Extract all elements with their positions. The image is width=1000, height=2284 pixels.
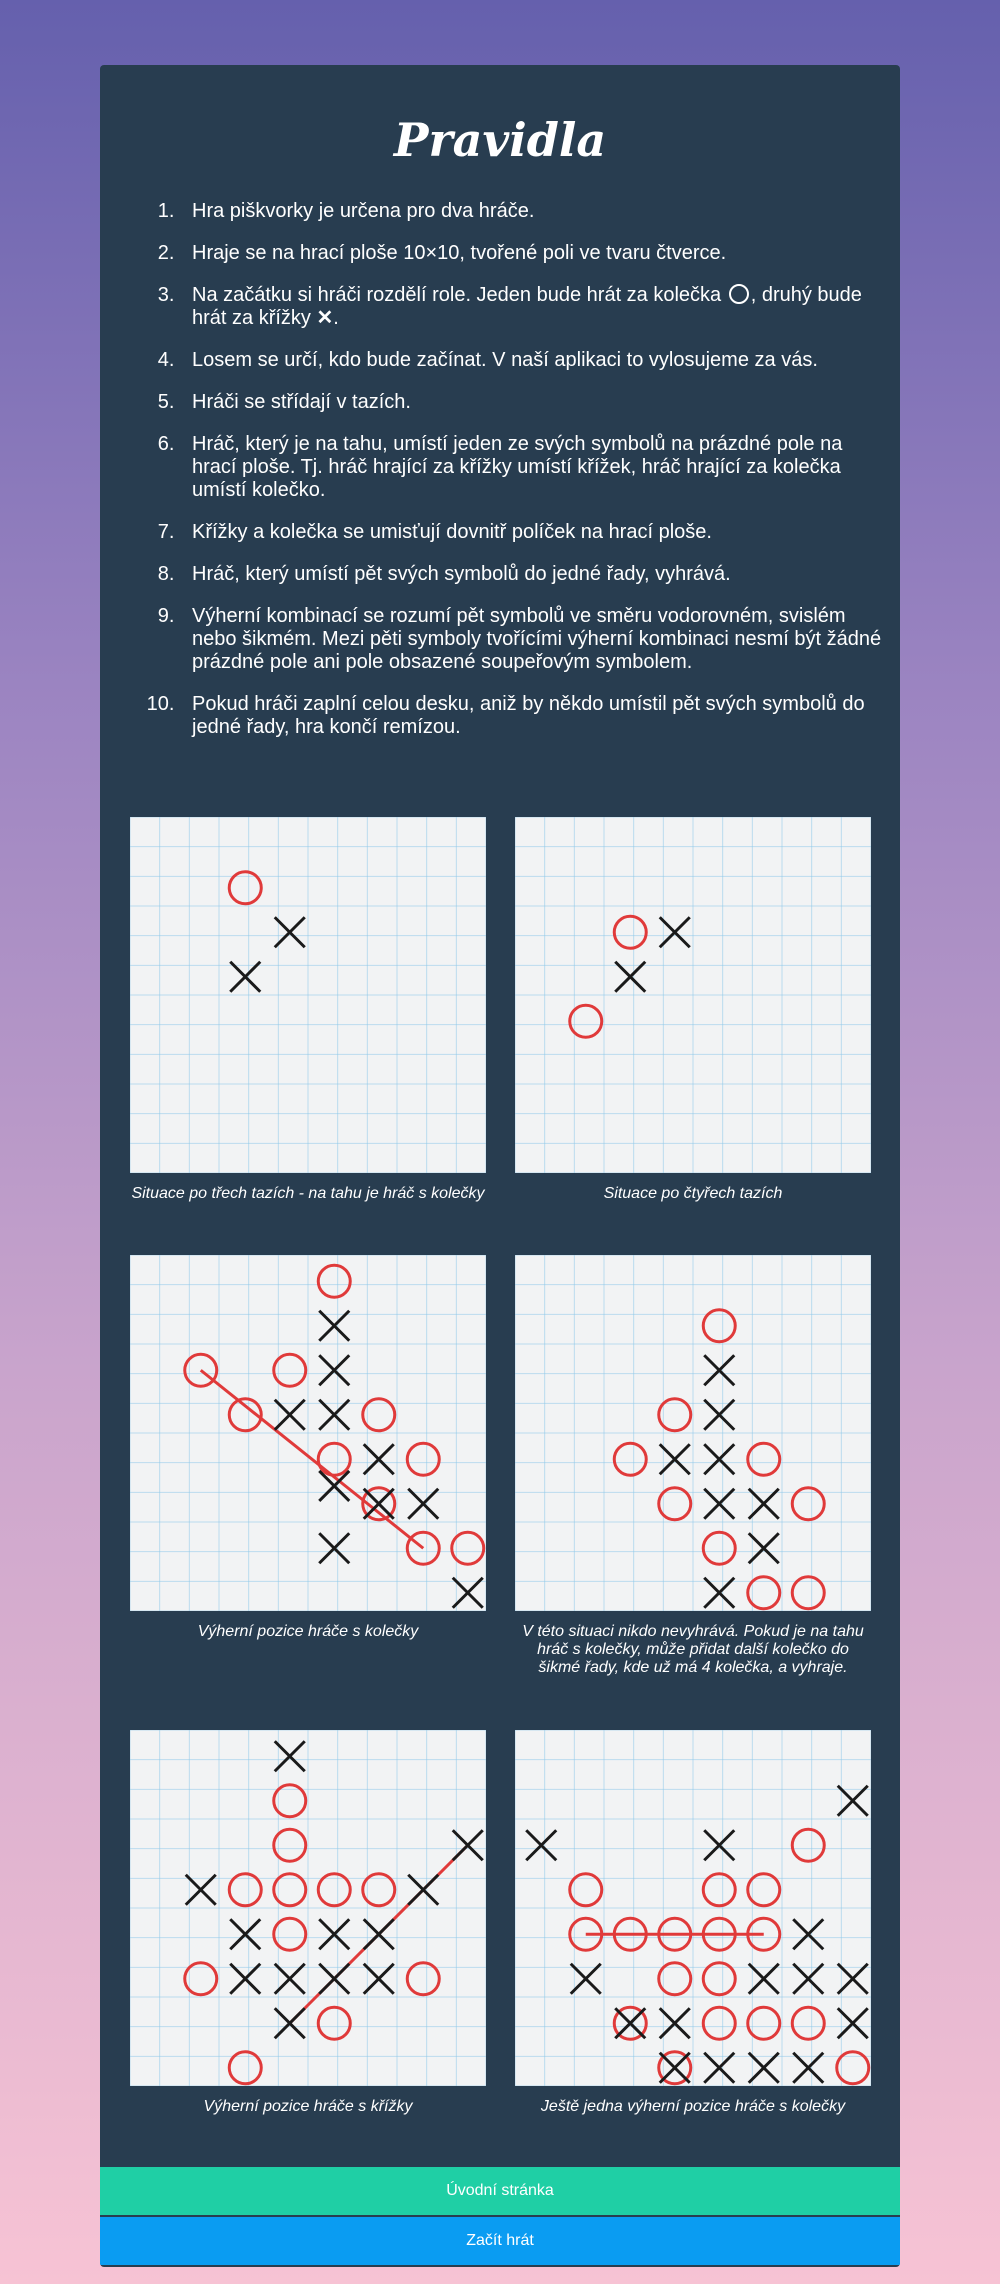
cross-icon	[273, 1740, 306, 1773]
cross-icon	[792, 2051, 825, 2084]
board-image	[130, 1730, 486, 2086]
cross-icon	[184, 1873, 217, 1906]
rules-list: Hra piškvorky je určena pro dva hráče. H…	[100, 200, 890, 758]
cross-icon	[836, 1784, 869, 1817]
cross-icon	[451, 1576, 484, 1609]
circle-icon	[316, 1441, 352, 1477]
cross-icon	[703, 1354, 736, 1387]
figure: V této situaci nikdo nevyhrává. Pokud je…	[515, 1255, 871, 1677]
cross-icon	[747, 1487, 780, 1520]
home-button[interactable]: Úvodní stránka	[100, 2167, 900, 2215]
cross-icon	[273, 916, 306, 949]
rule-item: Pokud hráči zaplní celou desku, aniž by …	[180, 693, 890, 739]
circle-icon	[612, 1441, 648, 1477]
cross-icon	[318, 1918, 351, 1951]
rules-card: Pravidla Hra piškvorky je určena pro dva…	[100, 65, 900, 2267]
cross-icon	[658, 916, 691, 949]
cross-icon	[229, 960, 262, 993]
cross-icon	[703, 1443, 736, 1476]
figure-caption: V této situaci nikdo nevyhrává. Pokud je…	[522, 1623, 864, 1676]
cross-icon	[836, 2007, 869, 2040]
cross-icon	[451, 1829, 484, 1862]
cross-icon	[229, 1962, 262, 1995]
circle-icon	[405, 1441, 441, 1477]
rule-item: Hráč, který je na tahu, umístí jeden ze …	[180, 433, 890, 502]
rule-item: Na začátku si hráči rozdělí role. Jeden …	[180, 284, 890, 330]
board-image	[130, 817, 486, 1173]
cross-icon: ✕	[316, 307, 334, 329]
cross-icon	[747, 2051, 780, 2084]
cross-icon	[703, 1829, 736, 1862]
cross-icon	[318, 1962, 351, 1995]
rule-item: Výherní kombinací se rozumí pět symbolů …	[180, 605, 890, 674]
figure: Výherní pozice hráče s kolečky	[130, 1255, 486, 1641]
board-image	[515, 1730, 871, 2086]
cross-icon	[703, 1398, 736, 1431]
cross-icon	[792, 1918, 825, 1951]
cross-icon	[658, 1443, 691, 1476]
cross-icon	[362, 1962, 395, 1995]
cross-icon	[407, 1873, 440, 1906]
cross-icon	[747, 1532, 780, 1565]
circle-icon	[790, 1827, 826, 1863]
circle-icon	[701, 2005, 737, 2041]
cross-icon	[614, 960, 647, 993]
cross-icon	[318, 1398, 351, 1431]
cross-icon	[273, 1962, 306, 1995]
figure-caption: Situace po třech tazích - na tahu je hrá…	[131, 1185, 485, 1202]
cross-icon	[362, 1443, 395, 1476]
rule-item: Hraje se na hrací ploše 10×10, tvořené p…	[180, 242, 890, 265]
cross-icon	[229, 1918, 262, 1951]
figure: Situace po třech tazích - na tahu je hrá…	[130, 817, 486, 1203]
rule-item: Hráči se střídají v tazích.	[180, 391, 890, 414]
cross-icon	[318, 1532, 351, 1565]
rule-item: Hra piškvorky je určena pro dva hráče.	[180, 200, 890, 223]
circle-icon	[316, 2005, 352, 2041]
cross-icon	[407, 1487, 440, 1520]
circle-icon	[316, 1263, 352, 1299]
cross-icon	[703, 1487, 736, 1520]
cross-icon	[747, 1962, 780, 1995]
rule-text: Na začátku si hráči rozdělí role. Jeden …	[192, 284, 722, 306]
circle-icon	[612, 914, 648, 950]
rule-item: Losem se určí, kdo bude začínat. V naší …	[180, 349, 890, 372]
cross-icon	[318, 1309, 351, 1342]
figure-caption: Výherní pozice hráče s kolečky	[197, 1623, 419, 1640]
cross-icon	[658, 2007, 691, 2040]
cross-icon	[273, 1398, 306, 1431]
rule-text: .	[333, 307, 339, 329]
start-game-button[interactable]: Začít hrát	[100, 2217, 900, 2265]
cross-icon	[273, 2007, 306, 2040]
figure-caption: Ještě jedna výherní pozice hráče s koleč…	[540, 2098, 846, 2115]
rule-item: Hráč, který umístí pět svých symbolů do …	[180, 563, 890, 586]
cross-icon	[362, 1918, 395, 1951]
rule-item: Křížky a kolečka se umisťují dovnitř pol…	[180, 521, 890, 544]
cross-icon	[703, 1576, 736, 1609]
page-title: Pravidla	[393, 113, 607, 167]
board-image	[130, 1255, 486, 1611]
figure: Výherní pozice hráče s křížky	[130, 1730, 486, 2116]
circle-icon	[790, 2005, 826, 2041]
figure-caption: Situace po čtyřech tazích	[603, 1185, 783, 1202]
cross-icon	[836, 1962, 869, 1995]
cross-icon	[614, 2007, 647, 2040]
board-image	[515, 1255, 871, 1611]
circle-icon	[701, 1530, 737, 1566]
figure-caption: Výherní pozice hráče s křížky	[203, 2098, 413, 2115]
cross-icon	[792, 1962, 825, 1995]
cross-icon	[569, 1962, 602, 1995]
figure: Ještě jedna výherní pozice hráče s koleč…	[515, 1730, 871, 2116]
cross-icon	[318, 1354, 351, 1387]
circle-icon	[728, 284, 749, 304]
figure: Situace po čtyřech tazích	[515, 817, 871, 1203]
cross-icon	[703, 2051, 736, 2084]
cross-icon	[525, 1829, 558, 1862]
cross-icon	[658, 2051, 691, 2084]
board-image	[515, 817, 871, 1173]
